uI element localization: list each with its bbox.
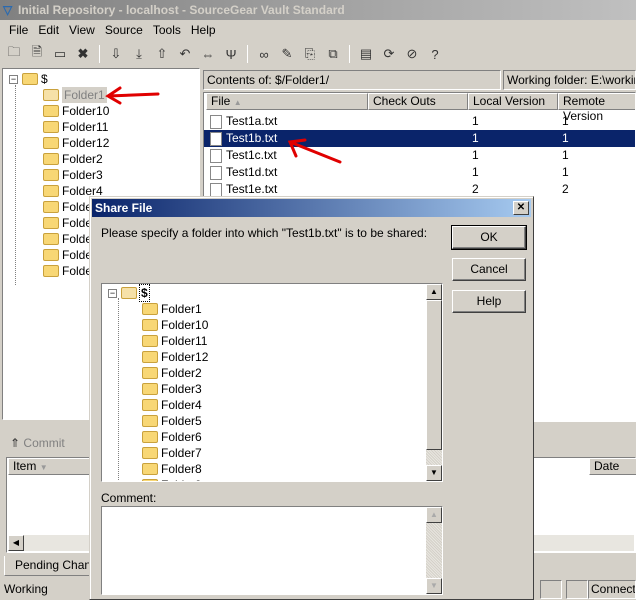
arrow-to-test1b (287, 138, 342, 164)
arrow-to-folder1 (105, 86, 160, 105)
annotation-arrows (105, 86, 342, 164)
